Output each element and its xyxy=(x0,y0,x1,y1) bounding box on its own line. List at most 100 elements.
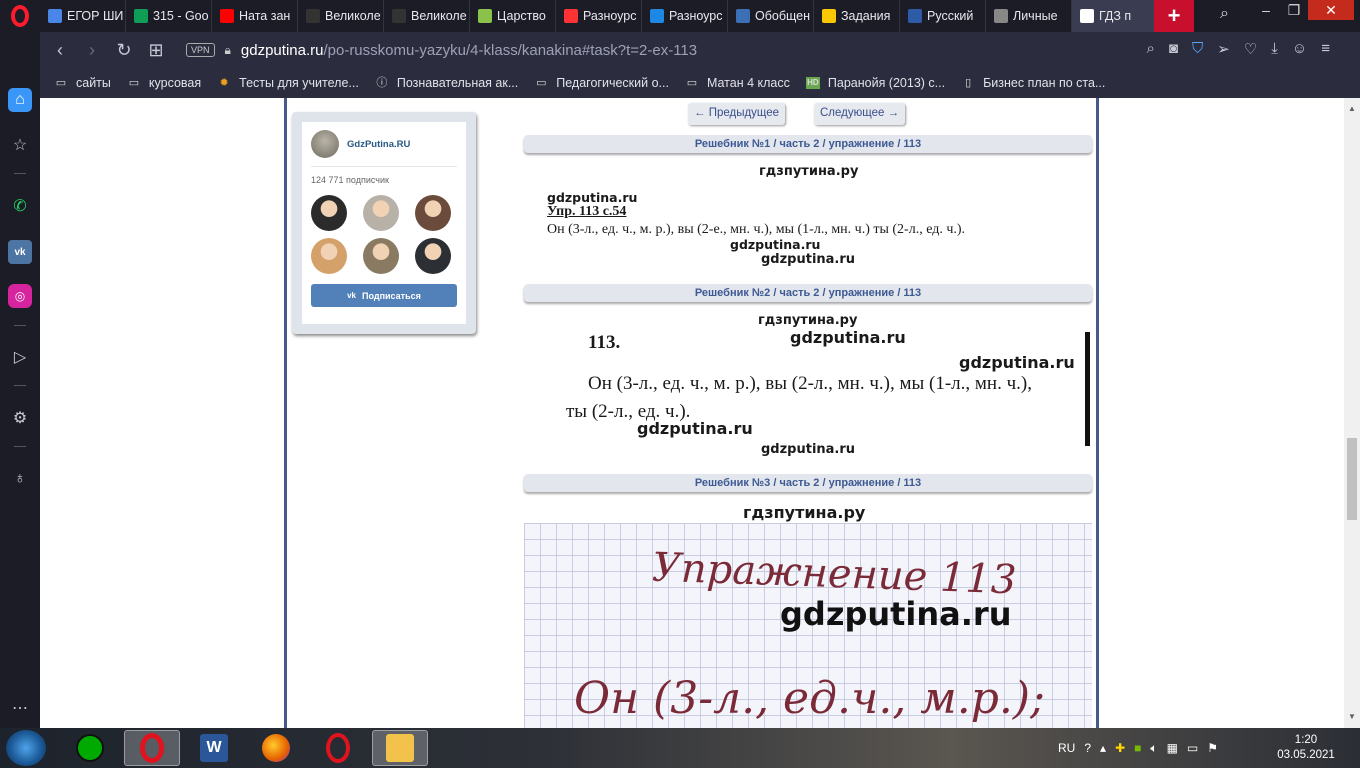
browser-tab[interactable]: Разноурс xyxy=(556,0,642,32)
whatsapp-icon[interactable]: ✆ xyxy=(8,194,32,218)
browser-tab[interactable]: ГДЗ п xyxy=(1072,0,1158,32)
display-icon[interactable]: ▭ xyxy=(1187,741,1198,755)
watermark: gdzputina.ru xyxy=(730,237,821,252)
browser-tab[interactable]: Царство xyxy=(470,0,556,32)
page-icon: ▯ xyxy=(965,77,972,89)
subscriber-avatar[interactable] xyxy=(415,238,451,274)
tray-app-icon[interactable]: ✚ xyxy=(1115,741,1125,755)
help-icon[interactable]: ? xyxy=(1084,741,1091,755)
lock-icon[interactable]: 🔒︎ xyxy=(225,43,231,58)
tab-strip: ЕГОР ШИ 315 - Goo Ната зан Великоле Великоле… xyxy=(0,0,1360,32)
bookmark-item[interactable]: ▯ Бизнес план по ста... xyxy=(961,76,1105,90)
home-icon[interactable]: ⌂ xyxy=(8,88,32,112)
window-controls: – ❐ ✕ xyxy=(1252,0,1354,22)
subscriber-avatar[interactable] xyxy=(415,195,451,231)
minimize-icon[interactable]: – xyxy=(1252,0,1280,20)
prev-button[interactable]: ← Предыдущее xyxy=(688,103,786,125)
tab-label: Русский xyxy=(927,9,974,23)
community-avatar[interactable] xyxy=(311,130,339,158)
lightbulb-icon[interactable]: ♁ xyxy=(8,467,32,491)
solution-3-header[interactable]: Решебник №3 / часть 2 / упражнение / 113 xyxy=(524,474,1092,492)
bookmark-item[interactable]: ▭ сайты xyxy=(54,76,111,90)
browser-tab[interactable]: ЕГОР ШИ xyxy=(40,0,126,32)
tray-expand-icon[interactable]: ▴ xyxy=(1100,741,1106,755)
bookmark-item[interactable]: ▭ курсовая xyxy=(127,76,201,90)
clock[interactable]: 1:20 03.05.2021 xyxy=(1276,733,1336,763)
search-icon[interactable]: ⌕ xyxy=(1147,40,1155,58)
browser-tab[interactable]: Задания xyxy=(814,0,900,32)
back-icon[interactable]: ‹ xyxy=(44,40,76,61)
heart-icon[interactable]: ♡ xyxy=(1244,40,1257,58)
subscriber-avatar[interactable] xyxy=(311,195,347,231)
bookmark-item[interactable]: ▭ Педагогический о... xyxy=(534,76,669,90)
taskbar-explorer[interactable] xyxy=(372,730,428,766)
browser-tab[interactable]: Ната зан xyxy=(212,0,298,32)
next-button[interactable]: Следующее → xyxy=(814,103,906,125)
vpn-badge[interactable]: VPN xyxy=(186,43,215,57)
bookmark-item[interactable]: ✹ Тесты для учителе... xyxy=(217,76,359,90)
browser-tab[interactable]: 315 - Goo xyxy=(126,0,212,32)
bookmark-label: Тесты для учителе... xyxy=(239,76,359,90)
volume-icon[interactable]: 🔈︎ xyxy=(1150,741,1157,756)
shield-icon[interactable]: ⛉ xyxy=(1192,40,1203,58)
community-name[interactable]: GdzPutina.RU xyxy=(347,139,410,150)
camera-icon[interactable]: ◙ xyxy=(1169,40,1178,58)
star-icon[interactable]: ☆ xyxy=(8,133,32,157)
browser-tab[interactable]: Великоле xyxy=(384,0,470,32)
forward-icon[interactable]: › xyxy=(76,40,108,61)
browser-tab[interactable]: Великоле xyxy=(298,0,384,32)
bookmark-item[interactable]: ⓘ Познавательная ак... xyxy=(375,76,518,90)
language-indicator[interactable]: RU xyxy=(1058,741,1075,755)
browser-tab[interactable]: Русский xyxy=(900,0,986,32)
solution-1-header[interactable]: Решебник №1 / часть 2 / упражнение / 113 xyxy=(524,135,1092,153)
browser-tab[interactable]: Личные xyxy=(986,0,1072,32)
tab-search-icon[interactable]: ⌕ xyxy=(1220,5,1229,23)
url-field[interactable]: gdzputina.ru/po-russkomu-yazyku/4-klass/… xyxy=(241,42,697,59)
browser-tab[interactable]: Обобщен xyxy=(728,0,814,32)
scroll-up-icon[interactable]: ▲ xyxy=(1348,104,1356,113)
nvidia-icon[interactable]: ■ xyxy=(1134,741,1141,755)
menu-icon[interactable]: ≡ xyxy=(1321,40,1330,58)
taskbar-word[interactable]: W xyxy=(186,730,242,766)
scroll-down-icon[interactable]: ▼ xyxy=(1348,712,1356,721)
subscriber-avatar[interactable] xyxy=(363,195,399,231)
taskbar-cloud-app[interactable] xyxy=(62,730,118,766)
tab-label: Обобщен xyxy=(755,9,810,23)
network-icon[interactable]: ▦ xyxy=(1167,741,1178,755)
send-icon[interactable]: ➢ xyxy=(1217,40,1230,58)
subscribe-button[interactable]: vk Подписаться xyxy=(311,284,457,307)
tab-label: ЕГОР ШИ xyxy=(67,9,124,23)
tab-grid-icon[interactable]: ⊞ xyxy=(140,40,172,61)
browser-tab[interactable]: Разноурс xyxy=(642,0,728,32)
instagram-icon[interactable]: ◎ xyxy=(8,284,32,308)
profile-icon[interactable]: ☺ xyxy=(1292,40,1307,58)
player-icon[interactable]: ▷ xyxy=(8,345,32,369)
shield-icon xyxy=(908,9,922,23)
settings-icon[interactable]: ⚙ xyxy=(8,406,32,430)
scroll-thumb[interactable] xyxy=(1347,438,1357,520)
solution-2-header[interactable]: Решебник №2 / часть 2 / упражнение / 113 xyxy=(524,284,1092,302)
more-icon[interactable]: ⋯ xyxy=(8,696,32,720)
watermark: гдзпутина.ру xyxy=(759,164,859,179)
taskbar-opera-gx[interactable] xyxy=(310,730,366,766)
subscriber-count: 124 771 подписчик xyxy=(311,175,389,185)
restore-icon[interactable]: ❐ xyxy=(1280,0,1308,20)
divider xyxy=(311,166,457,167)
opera-menu-button[interactable] xyxy=(0,0,40,32)
subscriber-avatar[interactable] xyxy=(363,238,399,274)
close-icon[interactable]: ✕ xyxy=(1308,0,1354,20)
reload-icon[interactable]: ↻ xyxy=(108,40,140,61)
page-scrollbar[interactable]: ▲ ▼ xyxy=(1344,98,1360,728)
start-button[interactable] xyxy=(6,730,46,766)
subscriber-avatar[interactable] xyxy=(311,238,347,274)
bookmark-item[interactable]: ▭ Матан 4 класс xyxy=(685,76,790,90)
download-icon[interactable]: ⤓ xyxy=(1271,40,1278,58)
watermark: gdzputina.ru xyxy=(637,419,753,438)
taskbar-opera[interactable] xyxy=(124,730,180,766)
bulb-icon: ✹ xyxy=(219,77,229,89)
action-center-icon[interactable]: ⚑ xyxy=(1207,741,1218,755)
taskbar-firefox[interactable] xyxy=(248,730,304,766)
new-tab-button[interactable]: + xyxy=(1154,0,1194,32)
bookmark-item[interactable]: HD Паранойя (2013) с... xyxy=(805,76,945,90)
vk-icon[interactable]: vk xyxy=(8,240,32,264)
